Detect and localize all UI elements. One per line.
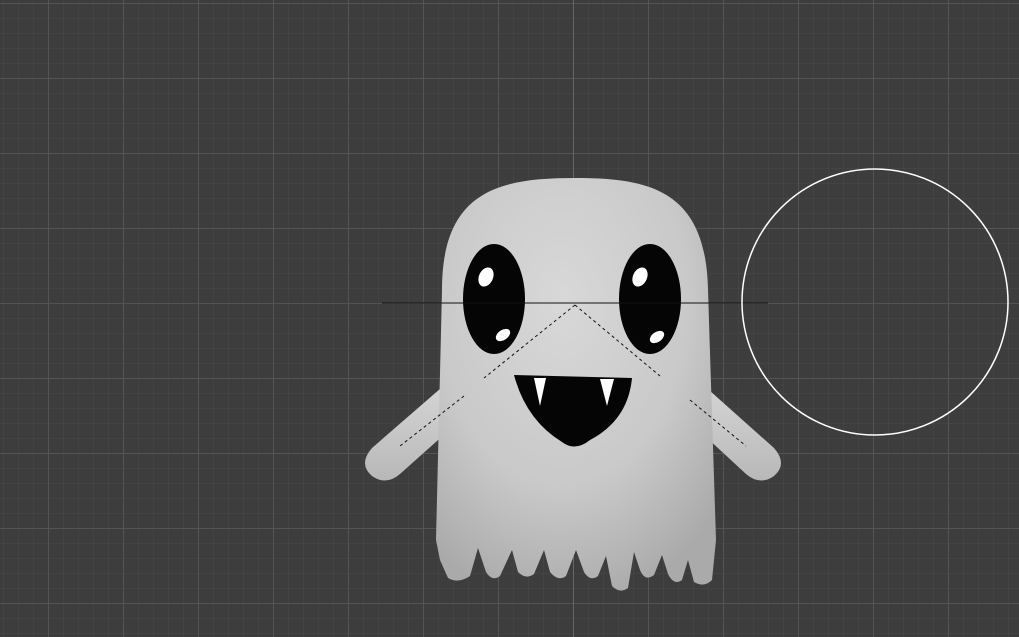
3d-viewport[interactable] (0, 0, 1019, 637)
area-light-circle-icon[interactable] (741, 168, 1009, 436)
ghost-left-eye (463, 244, 525, 354)
ghost-right-eye (619, 244, 681, 354)
scene-canvas[interactable] (0, 0, 1019, 637)
